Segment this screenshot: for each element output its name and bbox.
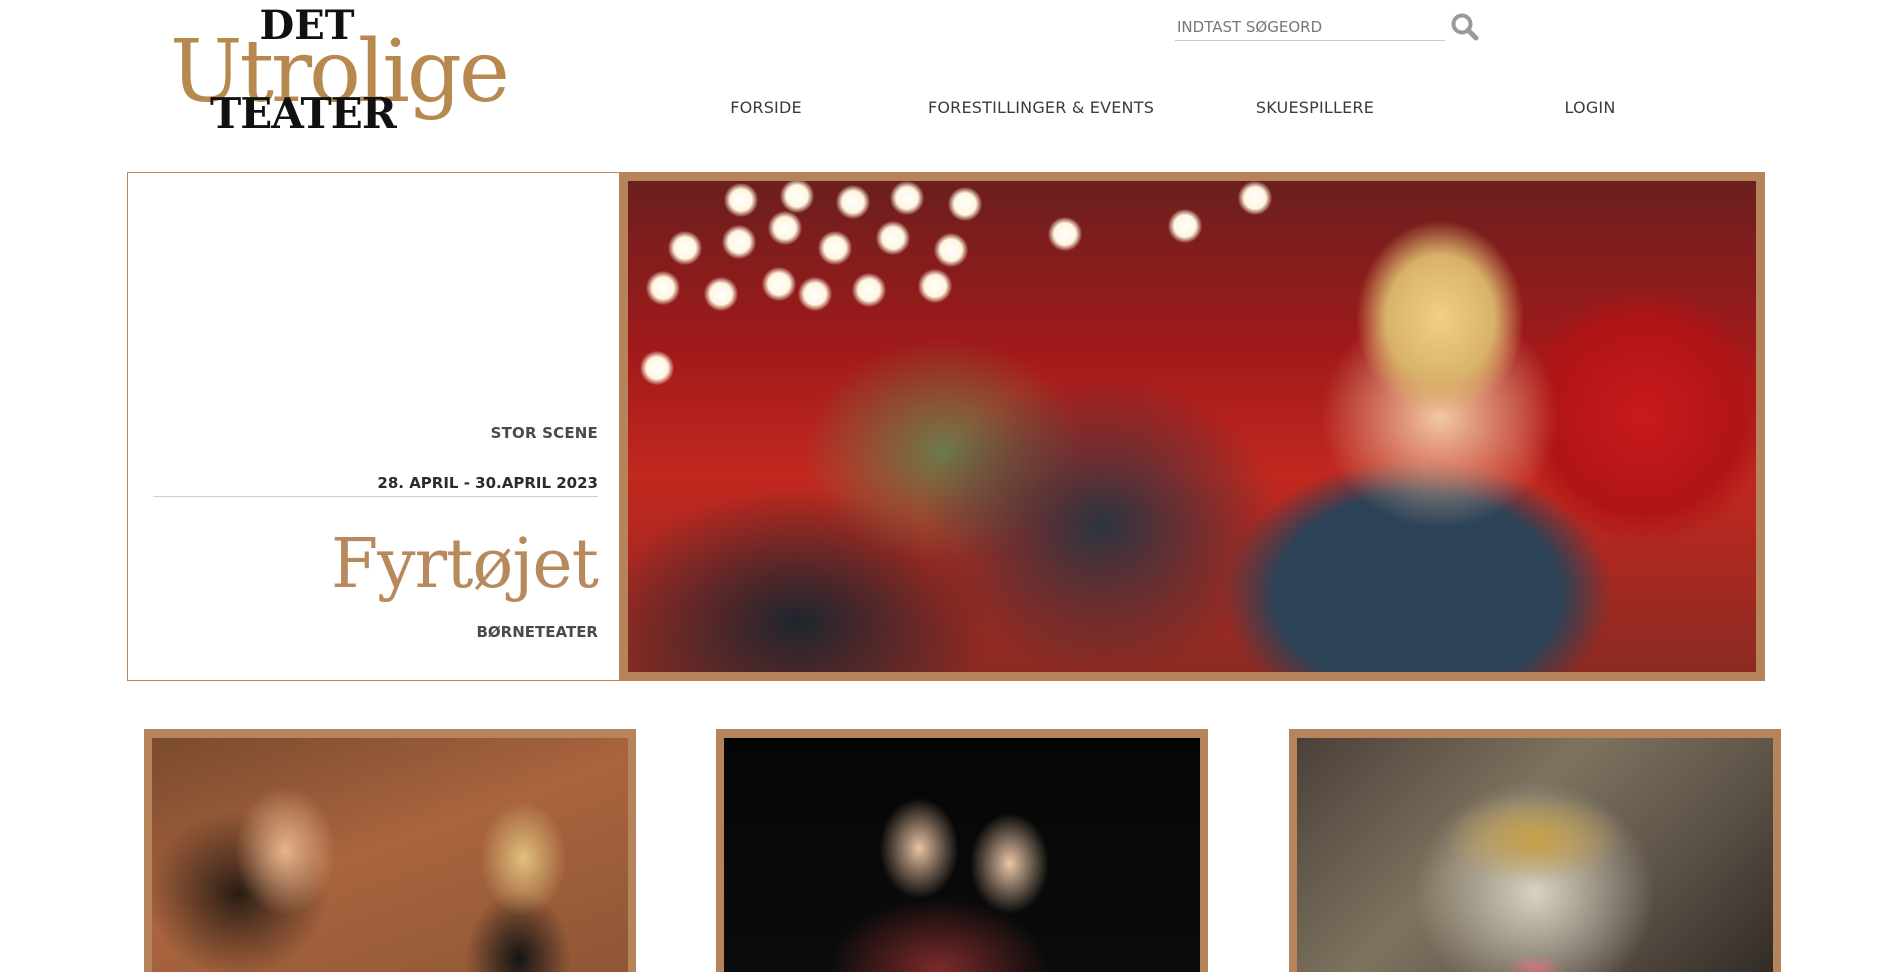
show-card-2[interactable] (716, 729, 1208, 972)
show-card-3[interactable] (1289, 729, 1781, 972)
show-card-1[interactable] (144, 729, 636, 972)
hero-image-frame[interactable] (619, 172, 1765, 681)
show-card-3-image (1297, 738, 1773, 972)
search-input[interactable] (1175, 14, 1445, 41)
nav-item-login[interactable]: LOGIN (1564, 98, 1615, 117)
page: DET Utrolige TEATER FORSIDE FORESTILLING… (0, 0, 1892, 972)
nav-item-forestillinger-events[interactable]: FORESTILLINGER & EVENTS (928, 98, 1154, 117)
hero-genre: BØRNETEATER (476, 623, 599, 641)
nav-item-forside[interactable]: FORSIDE (730, 98, 802, 117)
hero-divider (153, 496, 598, 497)
search-icon (1451, 13, 1479, 41)
nav-item-skuespillere[interactable]: SKUESPILLERE (1256, 98, 1374, 117)
hero-feature[interactable]: STOR SCENE 28. APRIL - 30.APRIL 2023 Fyr… (127, 172, 1765, 681)
search-button[interactable] (1448, 10, 1482, 44)
search-bar (1175, 10, 1479, 42)
show-card-2-image (724, 738, 1200, 972)
hero-dates: 28. APRIL - 30.APRIL 2023 (377, 474, 598, 492)
hero-image (628, 181, 1756, 672)
hero-info-panel: STOR SCENE 28. APRIL - 30.APRIL 2023 Fyr… (127, 172, 623, 681)
show-card-1-image (152, 738, 628, 972)
hero-title[interactable]: Fyrtøjet (331, 525, 599, 605)
main-nav: FORSIDE FORESTILLINGER & EVENTS SKUESPIL… (0, 98, 1892, 128)
hero-venue: STOR SCENE (490, 424, 598, 442)
